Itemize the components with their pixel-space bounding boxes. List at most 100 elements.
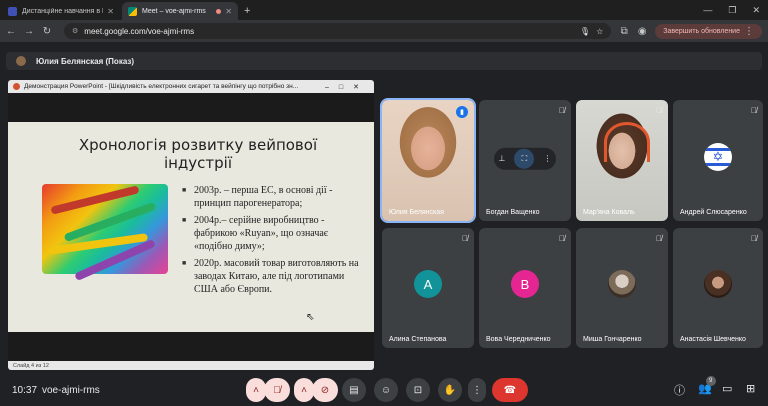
camera-toggle-button[interactable]: ⊘ (312, 378, 338, 402)
participant-avatar: A (414, 270, 442, 298)
participant-tile[interactable]: 🎙̸ ✡ Андрей Слюсаренко (673, 100, 763, 221)
participant-video (382, 100, 474, 221)
headset (604, 122, 650, 162)
activities-icon[interactable]: ⊞ (746, 382, 755, 395)
presenter-label: Юлия Белянская (Показ) (36, 56, 135, 66)
raise-hand-button[interactable]: ✋ (438, 378, 462, 402)
mic-off-icon: 🎙̸ (656, 106, 662, 115)
participant-tile[interactable]: ▮ Юлия Белянская (380, 98, 476, 223)
participant-tile[interactable]: 🎙̸ B Вова Чередниченко (479, 228, 571, 348)
people-count-badge: 9 (705, 376, 716, 386)
present-button[interactable]: ⊡ (406, 378, 430, 402)
more-vertical-icon: ⋮ (472, 384, 482, 396)
mic-off-icon: 🎙̸ (751, 106, 757, 115)
audio-options-button[interactable]: ˄ (246, 378, 266, 402)
tile-hover-menu: ⊥ ⛶ ⋮ (494, 147, 556, 170)
update-button[interactable]: Завершить обновление ⋮ (655, 23, 762, 39)
powerpoint-icon (13, 83, 20, 90)
speaking-indicator-icon: ▮ (456, 106, 468, 118)
fullscreen-icon[interactable]: ⛶ (514, 148, 535, 169)
reactions-button[interactable]: ☺ (374, 378, 398, 402)
participant-tile[interactable]: 🎙̸ Анастасія Шевченко (673, 228, 763, 348)
tab-title: Meet – voe-ajmi-rms (142, 7, 206, 15)
meeting-info-icon[interactable]: ⓘ (674, 382, 685, 398)
mic-permission-icon[interactable]: 🎙 (580, 27, 590, 36)
participant-name: Анастасія Шевченко (680, 336, 746, 343)
mic-off-icon: 🎙̸ (462, 234, 468, 243)
mic-off-icon: 🎙̸ (273, 384, 281, 396)
more-options-button[interactable]: ⋮ (468, 378, 486, 402)
slide-title: Хронологія розвитку вейпової індустрії (78, 136, 318, 172)
url-field[interactable]: ⚙ meet.google.com/voe-ajmi-rms 🎙 ☆ (64, 23, 612, 39)
presentation-window-title: Демонстрация PowerPoint - [Шкідливість е… (24, 83, 299, 90)
close-window-icon[interactable]: ✕ (752, 5, 760, 16)
mic-off-icon: 🎙̸ (751, 234, 757, 243)
slide-image-pencils (42, 184, 168, 282)
presenter-avatar (16, 56, 26, 66)
leave-call-button[interactable]: ☎ (492, 378, 528, 402)
update-label: Завершить обновление (663, 27, 740, 35)
meeting-time: 10:37 (12, 384, 38, 396)
mic-off-icon: 🎙̸ (559, 106, 565, 115)
minimize-icon[interactable]: — (703, 5, 712, 15)
browser-tab-meet[interactable]: Meet – voe-ajmi-rms ✕ (122, 2, 238, 20)
address-bar: ← → ↻ ⚙ meet.google.com/voe-ajmi-rms 🎙 ☆… (0, 20, 768, 42)
back-icon[interactable]: ← (6, 26, 16, 37)
window-controls: — ❐ ✕ (703, 0, 768, 20)
extensions-icon[interactable]: ⧉ (619, 26, 629, 37)
more-options-icon[interactable]: ⋮ (543, 154, 551, 163)
participant-tile[interactable]: 🎙̸ ⊥ ⛶ ⋮ Богдан Ващенко (479, 100, 571, 221)
presentation-window-titlebar: Демонстрация PowerPoint - [Шкідливість е… (8, 80, 374, 93)
close-tab-icon[interactable]: ✕ (107, 7, 114, 16)
captions-button[interactable]: ▤ (342, 378, 366, 402)
presentation-window-controls: –□✕ (325, 83, 369, 91)
mic-toggle-button[interactable]: 🎙̸ (264, 378, 290, 402)
more-icon: ⋮ (744, 25, 754, 37)
emoji-icon: ☺ (380, 384, 392, 396)
chevron-up-icon: ˄ (301, 384, 307, 396)
close-tab-icon[interactable]: ✕ (225, 7, 232, 16)
israel-flag-avatar: ✡ (704, 142, 732, 171)
forward-icon[interactable]: → (24, 26, 34, 37)
new-tab-button[interactable]: + (238, 5, 256, 20)
video-options-button[interactable]: ˄ (294, 378, 314, 402)
hang-up-icon: ☎ (503, 384, 517, 396)
chevron-up-icon: ˄ (253, 384, 259, 396)
shared-presentation: Демонстрация PowerPoint - [Шкідливість е… (8, 80, 374, 370)
participant-name: Андрей Слюсаренко (680, 209, 747, 216)
participant-photo (704, 270, 732, 298)
presentation-statusbar: Слайд 4 из 12 (8, 361, 374, 370)
participant-name: Юлия Белянская (389, 209, 444, 216)
chat-icon[interactable]: ▭ (722, 382, 732, 395)
mic-off-icon: 🎙̸ (656, 234, 662, 243)
profile-icon[interactable]: ◉ (637, 26, 647, 37)
browser-tab-distance-learning[interactable]: Дистанційне навчання в ВСП ✕ (2, 2, 120, 20)
participant-name: Мар'яна Коваль (583, 209, 635, 216)
participant-photo (608, 270, 636, 298)
slide-bullet: 2004р.– серійне виробництво - фабрикою «… (182, 214, 367, 253)
site-info-icon[interactable]: ⚙ (72, 27, 78, 35)
restore-icon[interactable]: ❐ (728, 5, 736, 16)
tab-title: Дистанційне навчання в ВСП (22, 7, 103, 15)
participant-tile[interactable]: 🎙̸ A Алина Степанова (382, 228, 474, 348)
reload-icon[interactable]: ↻ (42, 26, 52, 37)
participant-avatar: B (511, 270, 539, 298)
slide-bullet: 2003р. – перша ЕС, в основі дії - принци… (182, 184, 367, 210)
participant-tile[interactable]: 🎙̸ Мар'яна Коваль (576, 100, 668, 221)
url-text: meet.google.com/voe-ajmi-rms (84, 26, 195, 36)
captions-icon: ▤ (349, 384, 359, 396)
bookmark-star-icon[interactable]: ☆ (596, 27, 603, 36)
slide-bullets: 2003р. – перша ЕС, в основі дії - принци… (182, 184, 367, 300)
slide-counter: Слайд 4 из 12 (13, 362, 49, 369)
meeting-code: voe-ajmi-rms (42, 384, 100, 396)
pin-icon[interactable]: ⊥ (499, 154, 506, 163)
participant-video (576, 100, 668, 221)
browser-tab-strip: Дистанційне навчання в ВСП ✕ Meet – voe-… (0, 0, 768, 20)
mouse-cursor-icon: ⇖ (306, 312, 315, 323)
people-button[interactable]: 👥 9 (698, 376, 716, 395)
participant-name: Миша Гончаренко (583, 336, 642, 343)
hand-icon: ✋ (443, 384, 457, 396)
tab-favicon (8, 6, 17, 16)
presenter-bar: Юлия Белянская (Показ) (6, 52, 762, 70)
participant-tile[interactable]: 🎙̸ Миша Гончаренко (576, 228, 668, 348)
